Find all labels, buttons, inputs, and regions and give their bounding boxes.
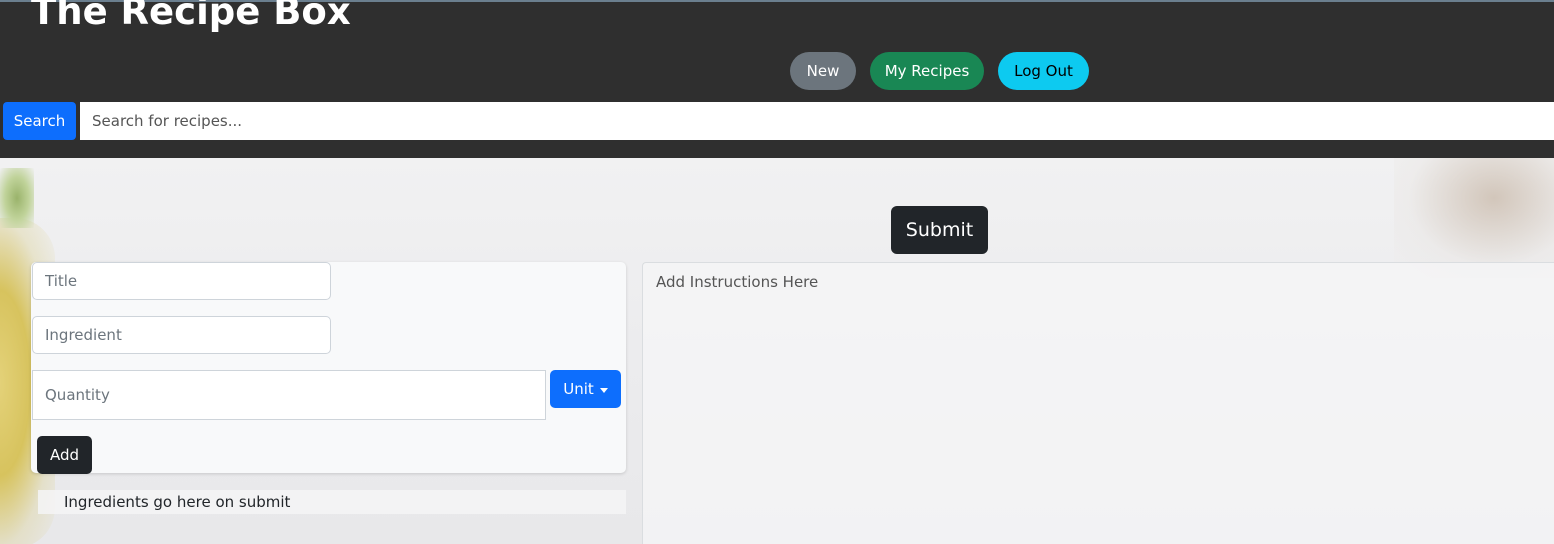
search-input[interactable] bbox=[80, 102, 1554, 140]
search-button[interactable]: Search bbox=[3, 102, 76, 140]
app-title: The Recipe Box bbox=[31, 0, 351, 33]
add-ingredient-button[interactable]: Add bbox=[37, 436, 92, 474]
recipe-form-card: Unit Add bbox=[31, 262, 626, 474]
my-recipes-button[interactable]: My Recipes bbox=[870, 52, 984, 90]
submit-button[interactable]: Submit bbox=[891, 206, 988, 254]
background-bowl-image bbox=[1394, 158, 1554, 278]
unit-dropdown-label: Unit bbox=[563, 380, 594, 398]
background-herb-image bbox=[0, 168, 34, 228]
caret-down-icon bbox=[599, 387, 608, 393]
main-content: Submit Unit Add Ingredients go here on s… bbox=[0, 158, 1554, 544]
title-field[interactable] bbox=[32, 262, 331, 300]
ingredients-list: Ingredients go here on submit bbox=[38, 490, 626, 514]
new-recipe-button[interactable]: New bbox=[790, 52, 856, 90]
ingredient-field[interactable] bbox=[32, 316, 331, 354]
unit-dropdown[interactable]: Unit bbox=[550, 370, 621, 408]
instructions-textarea[interactable] bbox=[642, 262, 1554, 544]
log-out-button[interactable]: Log Out bbox=[998, 52, 1089, 90]
ingredients-placeholder-text: Ingredients go here on submit bbox=[64, 493, 291, 511]
app-header: The Recipe Box New My Recipes Log Out Se… bbox=[0, 0, 1554, 158]
quantity-field[interactable] bbox=[32, 370, 546, 420]
